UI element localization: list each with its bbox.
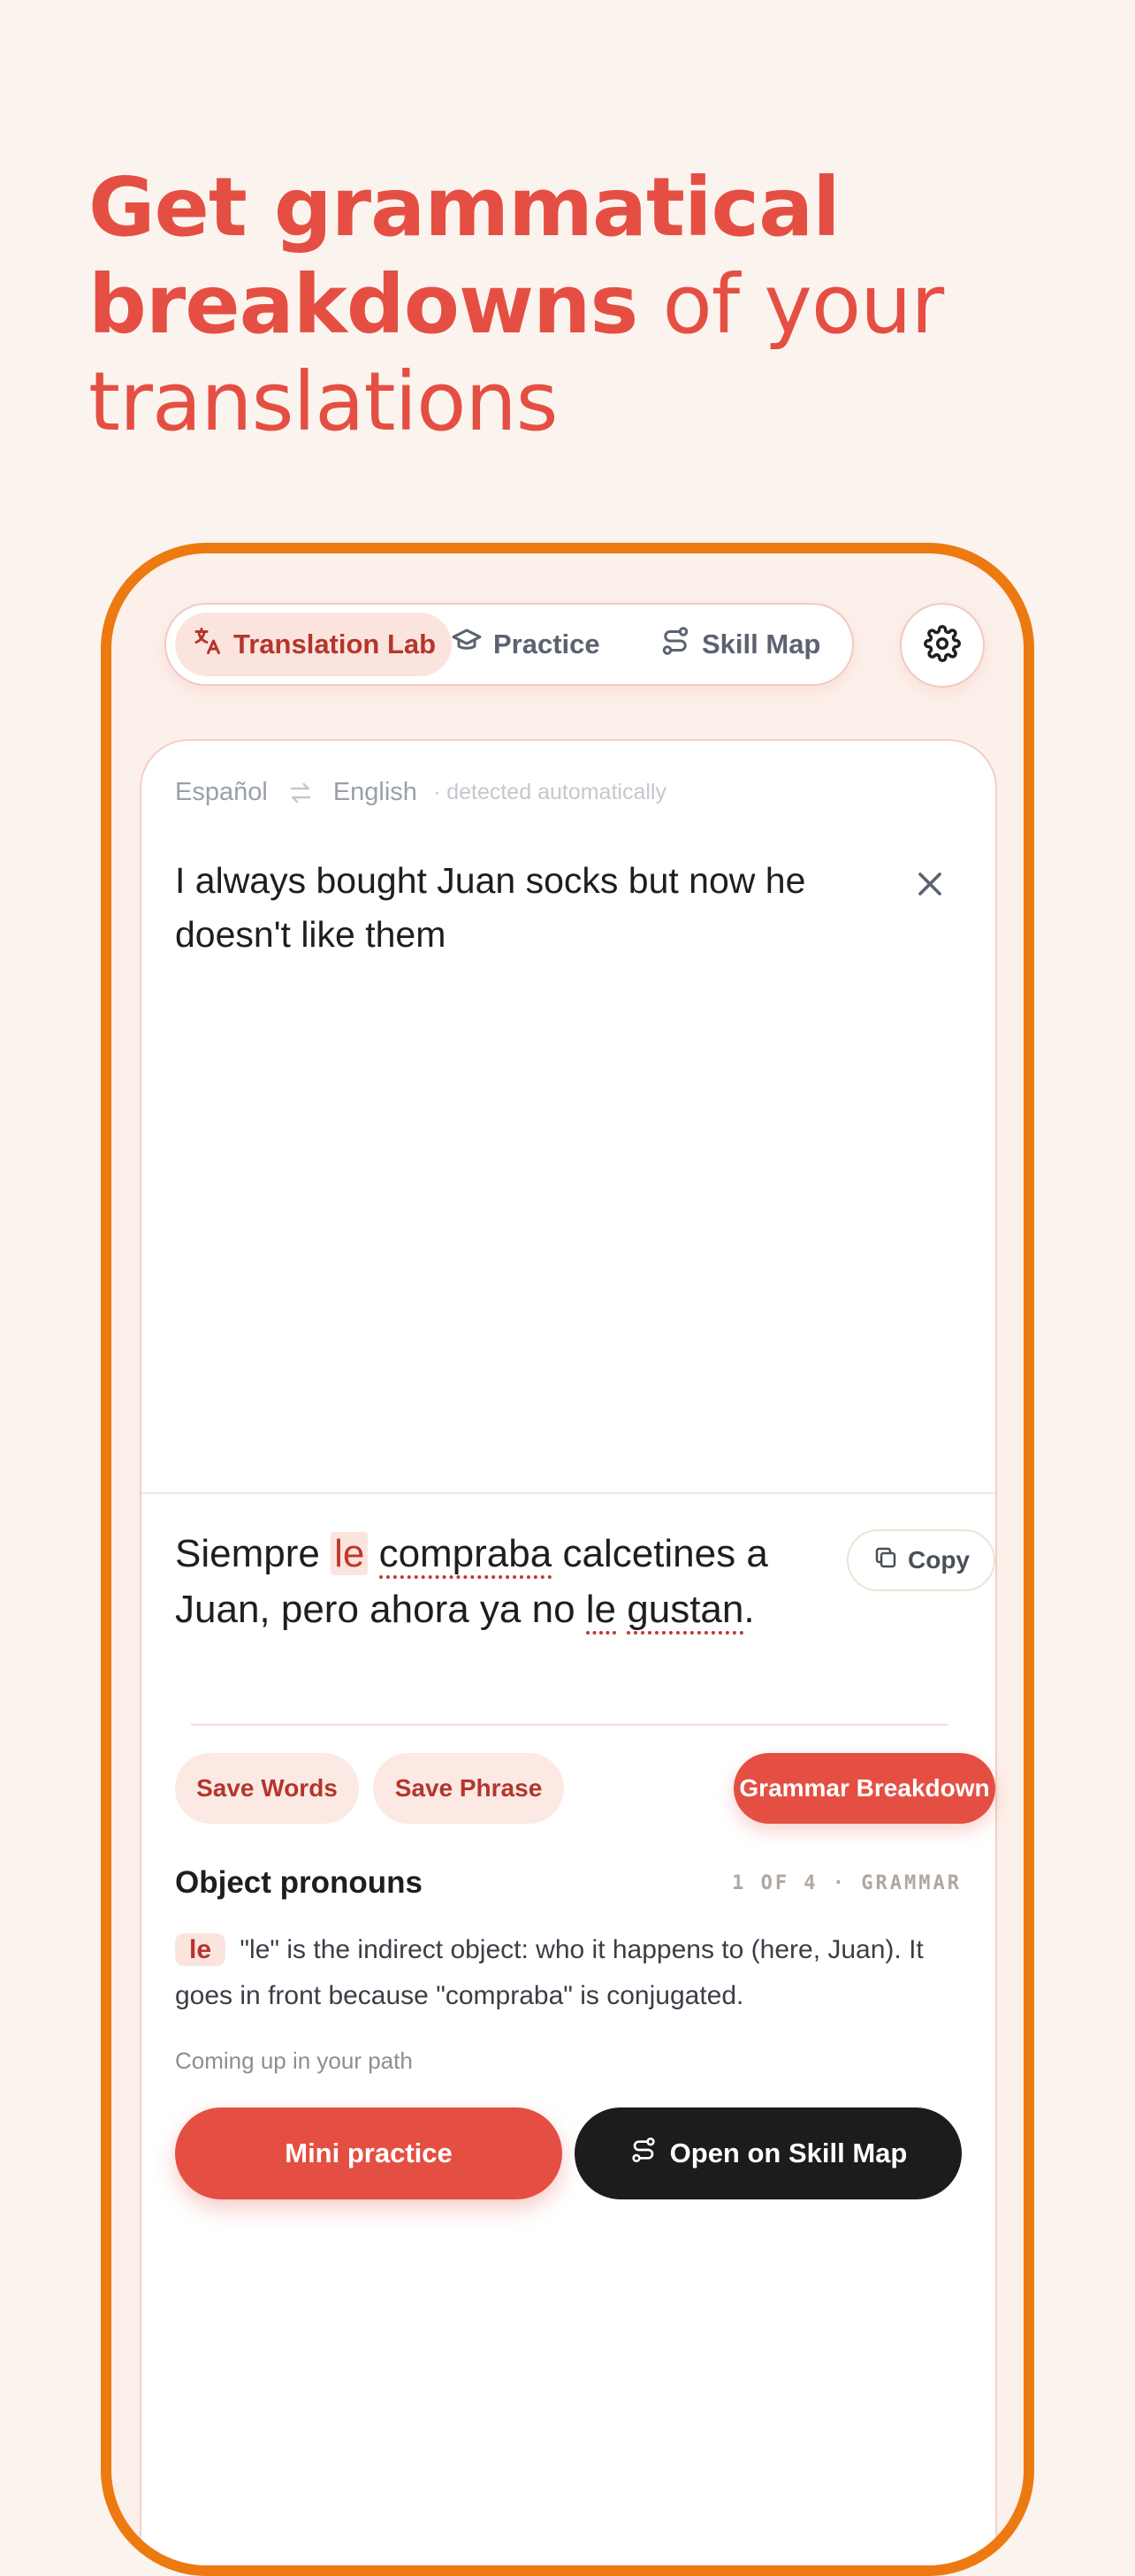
output-punctuation: . [743, 1588, 755, 1631]
tab-label: Practice [493, 629, 600, 659]
clear-button[interactable] [910, 865, 949, 903]
headline-bold-2: breakdowns [88, 257, 638, 352]
output-pronoun-underlined[interactable]: le [585, 1588, 617, 1635]
translate-icon [191, 625, 223, 664]
tab-label: Translation Lab [233, 629, 437, 659]
output-verb-underlined[interactable]: gustan [627, 1588, 744, 1635]
grammar-title: Object pronouns [175, 1865, 423, 1900]
route-icon [629, 2136, 658, 2171]
headline: Get grammatical breakdowns of your trans… [88, 159, 1061, 451]
gear-icon [924, 624, 961, 667]
output-word: Siempre [175, 1532, 320, 1575]
save-words-button[interactable]: Save Words [175, 1753, 359, 1824]
source-language[interactable]: Español [175, 778, 268, 807]
output-pronoun-highlight[interactable]: le [331, 1532, 369, 1575]
open-skill-map-label: Open on Skill Map [669, 2138, 908, 2168]
source-text-input[interactable]: I always bought Juan socks but now he do… [175, 854, 900, 962]
phone-frame: Translation Lab Practice Skill Map Españ… [101, 543, 1034, 2576]
mini-practice-label: Mini practice [285, 2138, 453, 2168]
headline-bold-1: Get grammatical [88, 160, 841, 255]
open-skill-map-button[interactable]: Open on Skill Map [575, 2107, 962, 2199]
coming-up-label: Coming up in your path [175, 2047, 413, 2074]
close-icon [910, 873, 949, 907]
language-row: Español English · detected automatically [175, 778, 667, 807]
top-nav: Translation Lab Practice Skill Map [164, 603, 854, 686]
headline-light-2: translations [88, 354, 559, 449]
headline-light-1: of your [637, 257, 944, 352]
tab-translation-lab[interactable]: Translation Lab [175, 613, 453, 676]
detected-note: · detected automatically [432, 780, 667, 804]
translation-card: Español English · detected automatically… [140, 739, 997, 2565]
copy-icon [872, 1544, 899, 1577]
mini-practice-button[interactable]: Mini practice [175, 2107, 562, 2199]
tab-practice[interactable]: Practice [435, 613, 616, 676]
grammar-counter: 1 OF 4 · GRAMMAR [732, 1872, 962, 1894]
route-icon [659, 625, 691, 664]
swap-icon[interactable] [287, 780, 314, 806]
graduation-cap-icon [451, 625, 483, 664]
output-verb-underlined[interactable]: compraba [378, 1532, 552, 1579]
explanation-text: "le" is the indirect object: who it happ… [175, 1935, 924, 2010]
tab-skill-map[interactable]: Skill Map [644, 613, 836, 676]
grammar-breakdown-button[interactable]: Grammar Breakdown [734, 1753, 995, 1824]
translated-text: Siempre le compraba calcetines a Juan, p… [175, 1526, 820, 1637]
divider [141, 1492, 995, 1494]
copy-label: Copy [908, 1546, 970, 1574]
settings-button[interactable] [900, 603, 985, 688]
grammar-explanation: le "le" is the indirect object: who it h… [175, 1927, 971, 2019]
copy-button[interactable]: Copy [847, 1529, 995, 1591]
divider [191, 1724, 948, 1726]
tab-label: Skill Map [702, 629, 821, 659]
target-language[interactable]: English [333, 778, 417, 807]
pronoun-tag: le [175, 1933, 226, 1966]
save-phrase-button[interactable]: Save Phrase [373, 1753, 564, 1824]
